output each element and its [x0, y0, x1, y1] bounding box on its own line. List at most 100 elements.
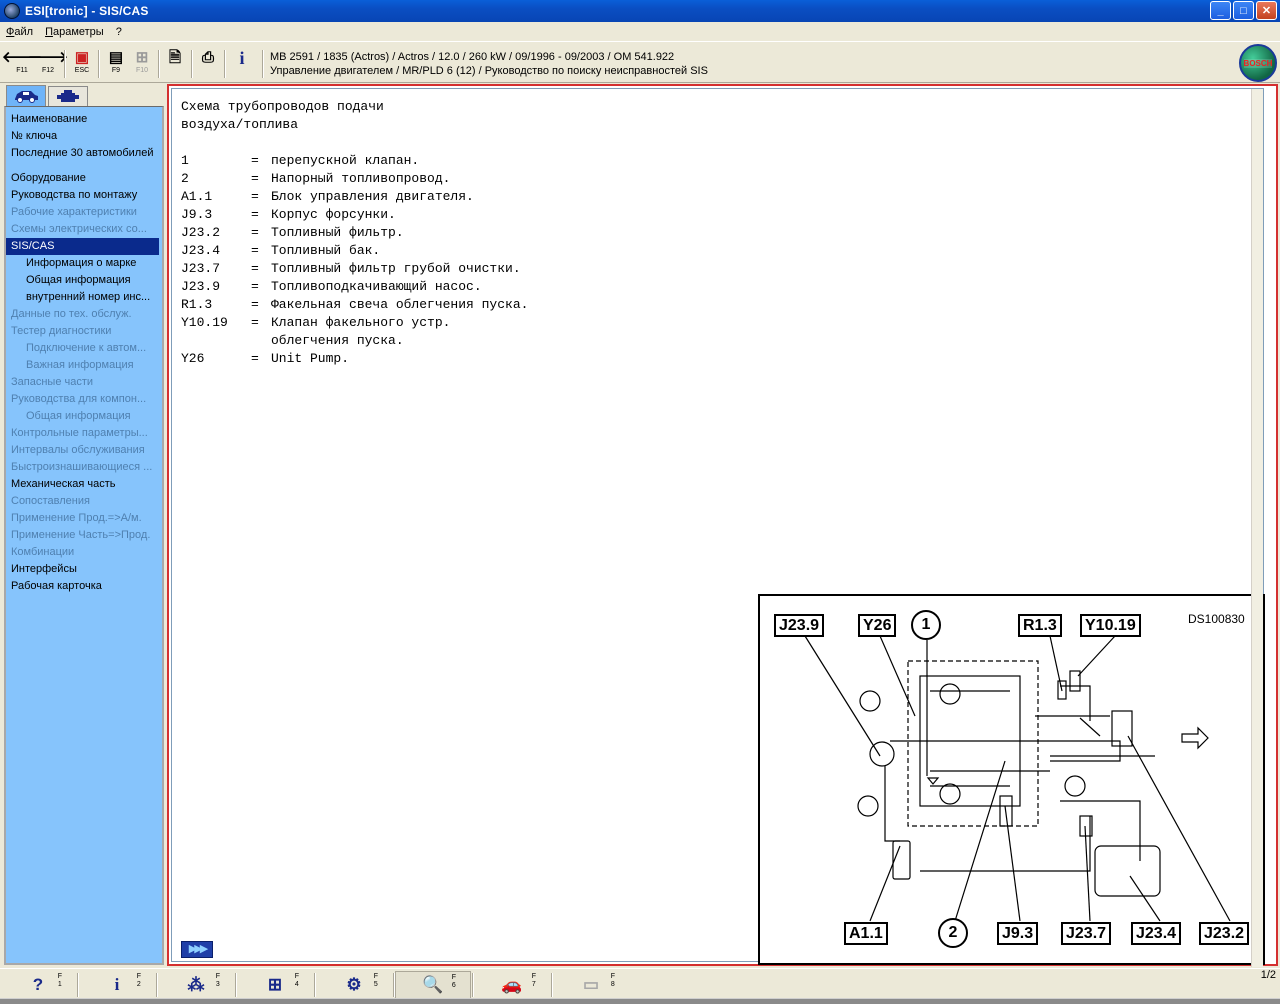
toolbar-separator [64, 50, 66, 78]
menu-settings[interactable]: Параметры [39, 26, 110, 38]
callout-r1-3: R1.3 [1018, 614, 1062, 637]
legend-row: Y26 = Unit Pump. [181, 350, 528, 368]
sidebar-item[interactable]: Применение Прод.=>А/м. [6, 510, 162, 527]
toolbar-separator [224, 50, 226, 78]
legend-code: 2 [181, 171, 189, 186]
f2-info-button[interactable]: i F 2 [79, 971, 155, 999]
sidebar-item[interactable]: SIS/CAS [6, 238, 159, 255]
sidebar-item[interactable]: Тестер диагностики [6, 323, 162, 340]
legend-equals: = [251, 279, 259, 294]
sidebar-item[interactable]: Схемы электрических со... [6, 221, 162, 238]
info-icon: i [114, 975, 120, 994]
forward-button[interactable]: 🡒 F12 [28, 50, 68, 80]
close-button[interactable]: ✕ [1256, 1, 1277, 20]
legend-code: J23.2 [181, 225, 221, 240]
callout-2: 2 [938, 918, 968, 948]
f5-button[interactable]: ⚙ F 5 [316, 971, 392, 999]
menu-file[interactable]: Файл [0, 26, 39, 38]
f4-button[interactable]: ⊞ F 4 [237, 971, 313, 999]
legend-equals: = [251, 261, 259, 276]
maximize-button[interactable]: □ [1233, 1, 1254, 20]
sidebar-item[interactable]: Руководства по монтажу [6, 187, 162, 204]
sidebar-item[interactable]: Сопоставления [6, 493, 162, 510]
escape-button[interactable]: ▣ ESC [70, 50, 94, 80]
sidebar-item[interactable]: Механическая часть [6, 476, 162, 493]
tab-engine[interactable] [48, 86, 88, 106]
sidebar-item[interactable]: Последние 30 автомобилей [6, 145, 162, 162]
sidebar-item[interactable]: № ключа [6, 128, 162, 145]
print-button[interactable]: ⎙ [196, 50, 220, 80]
f7-vehicle-button[interactable]: 🚗 F 7 [474, 971, 550, 999]
sidebar-item[interactable]: Оборудование [6, 170, 162, 187]
sidebar-item[interactable]: Данные по тех. обслуж. [6, 306, 162, 323]
legend-text: Корпус форсунки. [271, 207, 396, 222]
vehicle-info: MB 2591 / 1835 (Actros) / Actros / 12.0 … [270, 50, 708, 78]
document-view: Схема трубопроводов подачи воздуха/топлив… [171, 88, 1265, 967]
sidebar-item[interactable]: Быстроизнашивающиеся ... [6, 459, 162, 476]
exit-icon: ▣ [74, 49, 90, 66]
sidebar-item[interactable]: Важная информация [6, 357, 162, 374]
sidebar-item[interactable]: Информация о марке [6, 255, 162, 272]
sidebar-item[interactable]: Руководства для компон... [6, 391, 162, 408]
next-page-button[interactable]: ▶▶▶ [181, 941, 213, 958]
f1-help-button[interactable]: ? F 1 [0, 971, 76, 999]
legend-equals: = [251, 153, 259, 168]
key-label: F12 [41, 67, 55, 74]
callout-a1-1: A1.1 [844, 922, 888, 945]
sidebar-item[interactable]: внутренний номер инс... [6, 289, 162, 306]
legend-equals: = [251, 351, 259, 366]
diagram-id: DS100830 [1188, 612, 1245, 626]
sidebar-item[interactable]: Общая информация [6, 272, 162, 289]
sidebar-item[interactable]: Интервалы обслуживания [6, 442, 162, 459]
sidebar-item[interactable]: Общая информация [6, 408, 162, 425]
toolbar-separator [262, 50, 264, 78]
legend-row: R1.3 = Факельная свеча облегчения пуска. [181, 296, 528, 314]
sidebar-item[interactable]: Подключение к автом... [6, 340, 162, 357]
document-title-line: воздуха/топлива [181, 117, 299, 132]
fkey-label: F 8 [610, 973, 615, 988]
tab-vehicle[interactable] [6, 85, 46, 106]
legend-code: J23.9 [181, 279, 221, 294]
minimize-button[interactable]: _ [1210, 1, 1231, 20]
sidebar-item[interactable]: Комбинации [6, 544, 162, 561]
f10-button[interactable]: ⊞ F10 [130, 50, 154, 80]
legend-text: Блок управления двигателя. [271, 189, 474, 204]
f6-zoom-button[interactable]: 🔍 F 6 [395, 971, 471, 999]
sidebar-item[interactable]: Запасные части [6, 374, 162, 391]
f8-button[interactable]: ▭ F 8 [553, 971, 629, 999]
legend-code: J23.7 [181, 261, 221, 276]
sidebar-item[interactable]: Рабочая карточка [6, 578, 162, 595]
window-controls: _ □ ✕ [1210, 1, 1277, 20]
f9-button[interactable]: ▤ F9 [104, 50, 128, 80]
printer-icon: ⎙ [201, 49, 214, 66]
sidebar-item[interactable]: Применение Часть=>Прод. [6, 527, 162, 544]
help-icon: ? [32, 975, 44, 994]
legend-row: 2 = Напорный топливопровод. [181, 170, 528, 188]
menu-bar: Файл Параметры ? [0, 22, 1280, 41]
menu-help[interactable]: ? [110, 26, 128, 38]
sidebar-item[interactable]: Рабочие характеристики [6, 204, 162, 221]
f3-button[interactable]: ⁂ F 3 [158, 971, 234, 999]
key-label: F10 [135, 67, 149, 74]
legend-code: J9.3 [181, 207, 213, 222]
legend-row: J9.3 = Корпус форсунки. [181, 206, 528, 224]
fkey-label: F 2 [136, 973, 141, 988]
info-button[interactable]: i [230, 48, 254, 80]
fkey-label: F 5 [373, 973, 378, 988]
sidebar-item[interactable]: Контрольные параметры... [6, 425, 162, 442]
legend-row: A1.1 = Блок управления двигателя. [181, 188, 528, 206]
grid-icon: ⊞ [135, 49, 149, 66]
logo-text: BOSCH [1243, 58, 1273, 68]
sidebar-item[interactable]: Интерфейсы [6, 561, 162, 578]
legend-text: Топливный фильтр. [271, 225, 404, 240]
callout-y10-19: Y10.19 [1080, 614, 1141, 637]
document-button[interactable]: 🗎 [163, 50, 187, 80]
toolbar-separator [191, 50, 193, 78]
content-frame: Схема трубопроводов подачи воздуха/топлив… [167, 84, 1278, 967]
vertical-scrollbar[interactable] [1251, 89, 1263, 967]
legend-equals: = [251, 297, 259, 312]
sidebar-item[interactable]: Наименование [6, 111, 162, 128]
info-icon: i [239, 48, 245, 68]
circuit-icon: ⊞ [267, 975, 283, 994]
